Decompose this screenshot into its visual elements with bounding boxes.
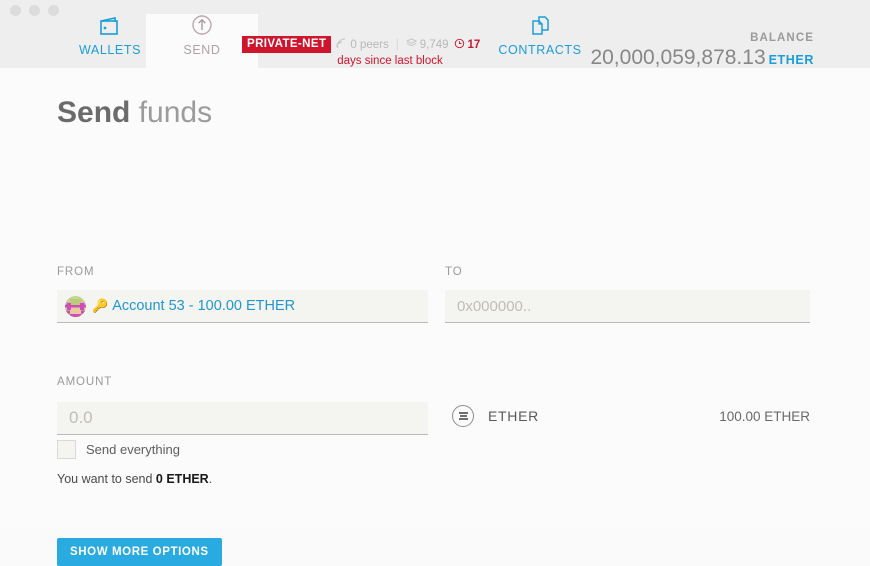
tab-contracts[interactable]: CONTRACTS bbox=[484, 14, 596, 68]
ether-bars bbox=[458, 411, 468, 422]
amount-label: AMOUNT bbox=[57, 376, 113, 388]
from-account-label: Account 53 - 100.00 ETHER bbox=[112, 298, 296, 314]
last-block-text: days since last block bbox=[337, 55, 443, 67]
status-separator: | bbox=[395, 38, 399, 51]
balance-display: BALANCE 20,000,059,878.13 ETHER bbox=[590, 32, 814, 70]
peers-count-label: 0 peers bbox=[350, 38, 389, 51]
key-icon: 🔑 bbox=[92, 298, 109, 313]
blocks-stack-icon bbox=[405, 38, 417, 51]
status-badge-network: PRIVATE-NET bbox=[242, 36, 332, 53]
page-title: Send funds bbox=[57, 96, 212, 130]
send-summary-value: 0 ETHER bbox=[155, 472, 209, 486]
contracts-documents-icon bbox=[484, 14, 596, 40]
amount-input[interactable] bbox=[57, 402, 428, 435]
send-everything-checkbox[interactable] bbox=[57, 440, 76, 459]
main-nav: WALLETS SEND CONTRACTS PRIVATE-NET 0 pee… bbox=[0, 14, 870, 70]
currency-name: ETHER bbox=[488, 408, 539, 424]
send-everything-label: Send everything bbox=[86, 442, 180, 457]
show-more-options-button[interactable]: SHOW MORE OPTIONS bbox=[57, 538, 222, 566]
app-header: WALLETS SEND CONTRACTS PRIVATE-NET 0 pee… bbox=[0, 0, 870, 70]
ether-symbol-icon bbox=[452, 405, 474, 427]
page-title-strong: Send bbox=[57, 96, 131, 129]
from-label: FROM bbox=[57, 266, 95, 278]
clock-icon bbox=[454, 38, 465, 52]
peers-count: 0 peers bbox=[336, 38, 389, 51]
currency-available-amount: 100.00 ETHER bbox=[719, 408, 810, 424]
balance-label: BALANCE bbox=[750, 32, 814, 44]
balance-unit: ETHER bbox=[768, 53, 814, 67]
network-status-row: PRIVATE-NET 0 peers | 9,749 17 bbox=[242, 36, 492, 53]
page-content: Send funds FROM 🔑 Account 53 - 100.00 ET… bbox=[0, 68, 870, 566]
last-block-value: 17 bbox=[467, 38, 481, 51]
block-count: 9,749 bbox=[405, 38, 449, 51]
send-summary-prefix: You want to send bbox=[57, 472, 156, 486]
identicon bbox=[65, 295, 86, 317]
tab-contracts-label: CONTRACTS bbox=[498, 43, 582, 57]
send-summary-suffix: . bbox=[208, 472, 213, 486]
network-status: PRIVATE-NET 0 peers | 9,749 17 days sinc… bbox=[242, 36, 492, 67]
balance-amount: 20,000,059,878.13 ETHER bbox=[590, 46, 814, 70]
last-block-age: 17 bbox=[454, 38, 481, 52]
block-count-label: 9,749 bbox=[419, 38, 449, 51]
currency-row[interactable]: ETHER 100.00 ETHER bbox=[452, 405, 810, 427]
from-account-select[interactable]: 🔑 Account 53 - 100.00 ETHER bbox=[57, 290, 428, 323]
balance-amount-value: 20,000,059,878.13 bbox=[590, 46, 766, 69]
signal-icon bbox=[336, 38, 347, 51]
to-label: TO bbox=[445, 266, 463, 278]
page-title-light: funds bbox=[130, 96, 213, 129]
send-summary-note: You want to send 0 ETHER. bbox=[57, 472, 212, 486]
send-everything-row[interactable]: Send everything bbox=[57, 440, 180, 459]
to-address-input[interactable] bbox=[445, 290, 810, 323]
